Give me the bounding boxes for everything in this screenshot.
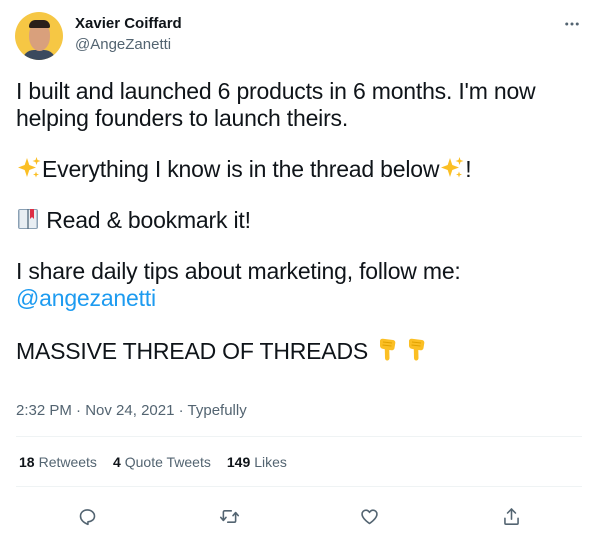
- tweet-line-2: helping founders to launch theirs.: [16, 105, 349, 131]
- tweet-card: Xavier Coiffard @AngeZanetti I built and…: [0, 0, 598, 536]
- timestamp-separator: ·: [174, 402, 188, 419]
- sparkles-icon: [16, 156, 42, 180]
- retweet-button[interactable]: [214, 501, 244, 531]
- likes-label: Likes: [254, 454, 287, 470]
- tweet-line-7-text: MASSIVE THREAD OF THREADS: [16, 338, 375, 364]
- author-name[interactable]: Xavier Coiffard: [75, 15, 182, 33]
- tweet-line-4: Read & bookmark it!: [16, 207, 582, 234]
- tweet-source[interactable]: Typefully: [188, 402, 247, 419]
- divider: [16, 486, 582, 487]
- tweet-timestamp: 2:32 PM · Nov 24, 2021 · Typefully: [16, 402, 247, 420]
- timestamp-time[interactable]: 2:32 PM: [16, 402, 72, 419]
- reply-icon: [79, 508, 95, 525]
- tweet-line-7: MASSIVE THREAD OF THREADS: [16, 336, 582, 364]
- tweet-line-3: Everything I know is in the thread below…: [16, 156, 582, 183]
- tweet-line-3-end: !: [465, 156, 472, 182]
- avatar-shirt: [22, 50, 56, 60]
- tweet-line-5: I share daily tips about marketing, foll…: [16, 258, 461, 284]
- quote-tweets-count: 4: [112, 454, 121, 470]
- tweet-actions: [0, 498, 598, 532]
- likes-count: 149: [226, 454, 251, 470]
- likes-stat[interactable]: 149 Likes: [227, 454, 287, 471]
- retweet-icon: [219, 509, 239, 523]
- more-options-button[interactable]: [560, 12, 584, 36]
- quote-tweets-label: Quote Tweets: [124, 454, 211, 470]
- avatar-hair: [29, 20, 50, 28]
- retweets-label: Retweets: [38, 454, 97, 470]
- share-button[interactable]: [496, 501, 526, 531]
- author-handle[interactable]: @AngeZanetti: [75, 36, 171, 54]
- mention-link[interactable]: @angezanetti: [16, 285, 582, 312]
- tweet-stats: 18 Retweets 4 Quote Tweets 149 Likes: [19, 454, 303, 471]
- sparkles-icon: [439, 156, 465, 180]
- tweet-text: I built and launched 6 products in 6 mon…: [16, 78, 582, 364]
- more-horizontal-icon: [565, 22, 579, 26]
- tweet-line-1: I built and launched 6 products in 6 mon…: [16, 78, 536, 104]
- tweet-line-4-text: Read & bookmark it!: [40, 207, 251, 233]
- timestamp-date[interactable]: Nov 24, 2021: [85, 402, 174, 419]
- share-icon: [503, 507, 519, 525]
- retweets-stat[interactable]: 18 Retweets: [19, 454, 97, 471]
- avatar[interactable]: [15, 12, 63, 60]
- pointing-down-icon: [403, 336, 429, 362]
- book-icon: [16, 207, 40, 231]
- tweet-line-3-text: Everything I know is in the thread below: [42, 156, 440, 182]
- pointing-down-icon: [374, 336, 400, 362]
- retweets-count: 18: [19, 454, 35, 470]
- divider: [16, 436, 582, 437]
- quote-tweets-stat[interactable]: 4 Quote Tweets: [113, 454, 211, 471]
- timestamp-separator: ·: [71, 402, 86, 419]
- heart-icon: [360, 508, 378, 524]
- like-button[interactable]: [354, 501, 384, 531]
- reply-button[interactable]: [72, 501, 102, 531]
